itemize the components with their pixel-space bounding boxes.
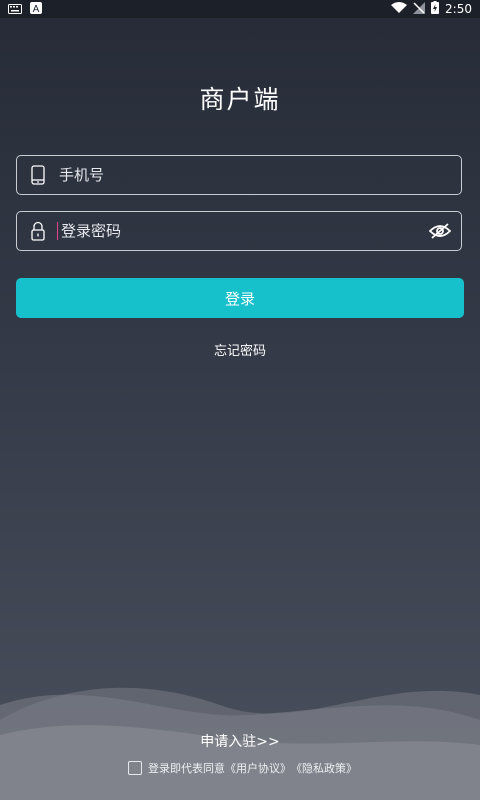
login-button[interactable]: 登录 (16, 278, 464, 318)
apply-join-link[interactable]: 申请入驻>> (0, 731, 480, 751)
user-agreement-link[interactable]: 《用户协议》 (225, 760, 291, 776)
phone-icon (27, 164, 49, 186)
status-left: A (8, 2, 42, 17)
wifi-icon (391, 1, 408, 17)
text-cursor (57, 222, 58, 240)
no-signal-icon (413, 1, 426, 17)
agreement-checkbox[interactable] (128, 761, 142, 775)
agreement-text: 登录即代表同意 (148, 762, 225, 775)
page-title: 商户端 (199, 85, 281, 114)
notification-a-icon: A (30, 2, 42, 17)
phone-field[interactable] (16, 155, 462, 195)
password-input[interactable] (59, 221, 429, 241)
agreement-row: 登录即代表同意 《用户协议》 《隐私政策》 (128, 760, 357, 776)
privacy-policy-link[interactable]: 《隐私政策》 (291, 760, 357, 776)
password-field[interactable] (16, 211, 462, 251)
forgot-password-link[interactable]: 忘记密码 (0, 340, 480, 359)
svg-text:A: A (33, 4, 40, 14)
status-right: 2:50 (391, 1, 472, 17)
keyboard-icon (8, 3, 22, 17)
wave-decoration (0, 687, 480, 800)
status-bar: A 2:50 (0, 0, 480, 18)
battery-charging-icon (431, 1, 440, 17)
phone-input[interactable] (57, 165, 461, 185)
status-time: 2:50 (445, 2, 472, 16)
lock-icon (27, 220, 49, 242)
eye-off-icon[interactable] (429, 220, 451, 242)
